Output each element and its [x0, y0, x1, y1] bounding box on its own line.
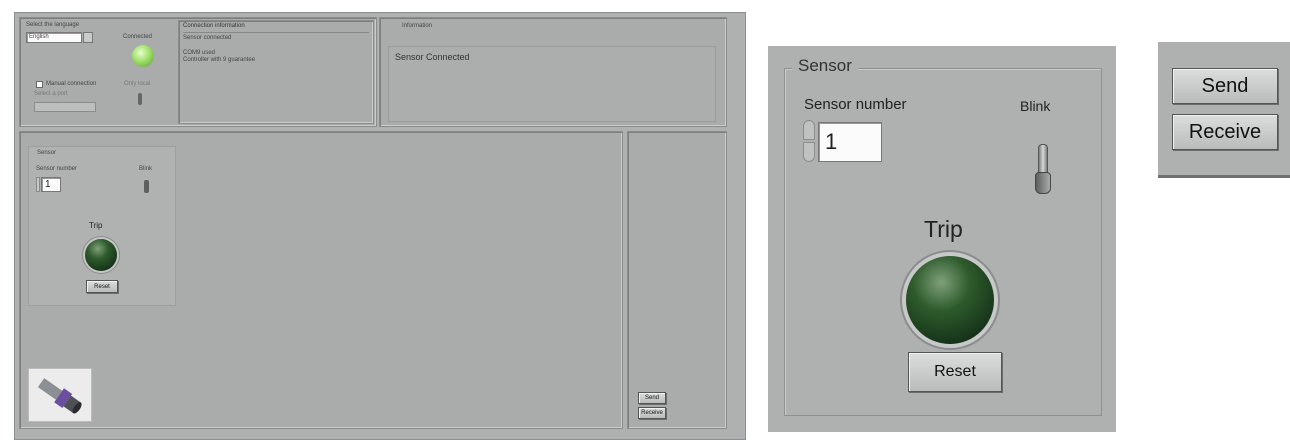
sensor-zoom-panel: Sensor Sensor number 1 Blink Trip Reset: [768, 46, 1116, 432]
sensor-number-label: Sensor number: [36, 166, 78, 172]
information-group: Information Sensor Connected: [379, 17, 727, 127]
reset-label: Reset: [94, 283, 110, 290]
receive-button-label: Receive: [1188, 120, 1262, 143]
receive-button[interactable]: Receive: [1172, 114, 1278, 150]
sensor-title: Sensor: [37, 150, 57, 156]
sensor-zoom-blink-toggle[interactable]: [1034, 144, 1051, 194]
receive-label: Receive: [641, 410, 663, 416]
reset-button-small[interactable]: Reset: [86, 280, 118, 293]
sensor-cluster-small: Sensor Sensor number 1 Blink Trip Reset: [28, 146, 176, 306]
information-text: Sensor Connected: [395, 52, 470, 62]
trip-label: Trip: [89, 221, 103, 230]
main-area: Sensor Sensor number 1 Blink Trip Reset: [19, 131, 623, 429]
send-button-small[interactable]: Send: [638, 392, 666, 404]
language-dropdown-arrow-icon[interactable]: [83, 32, 93, 43]
language-value: English: [29, 34, 49, 40]
connected-led: [132, 45, 154, 67]
sensor-zoom-title: Sensor: [792, 56, 858, 76]
information-textbox: Sensor Connected: [388, 46, 716, 122]
sensor-zoom-trip-led: [906, 256, 994, 344]
sensor-number-field[interactable]: 1: [41, 177, 61, 192]
select-language-label: Select the language: [26, 22, 80, 28]
sensor-zoom-stepper-icon[interactable]: [803, 120, 815, 162]
sensor-number-stepper-icon[interactable]: [36, 177, 40, 192]
send-button-label: Send: [1201, 74, 1249, 97]
port-select[interactable]: [34, 102, 96, 112]
connection-info-title: Connection information: [183, 23, 245, 29]
connection-info-line: Sensor connected: [183, 35, 232, 41]
connected-label: Connected: [123, 34, 153, 40]
language-select[interactable]: English: [26, 32, 82, 43]
sensor-zoom-number-value: 1: [825, 129, 838, 154]
connection-info-line: COM9 used: [183, 50, 216, 56]
send-label: Send: [644, 395, 659, 401]
port-label: Select a port: [34, 91, 68, 97]
front-panel-window: Select the language English Connected Ma…: [14, 12, 746, 440]
sensor-zoom-reset-button[interactable]: Reset: [908, 352, 1002, 392]
blink-label: Blink: [139, 166, 153, 172]
receive-button-small[interactable]: Receive: [638, 407, 666, 419]
connection-info-box: Connection information Sensor connected …: [178, 20, 374, 124]
manual-connection-checkbox[interactable]: [36, 81, 43, 88]
sensor-zoom-reset-label: Reset: [934, 363, 976, 380]
sensor-zoom-trip-label: Trip: [924, 216, 963, 242]
sensor-device-icon: [37, 378, 82, 414]
manual-connection-hint: Only local: [124, 81, 151, 87]
manual-switch-icon[interactable]: [138, 93, 142, 105]
connection-group: Select the language English Connected Ma…: [19, 17, 377, 127]
connection-info-line: Controller with 9 guarantee: [183, 57, 256, 63]
sensor-device-image: [28, 368, 92, 422]
manual-connection-label: Manual connection: [46, 81, 97, 87]
right-column: Send Receive: [627, 131, 727, 429]
sensor-zoom-blink-label: Blink: [1020, 98, 1051, 114]
buttons-zoom-panel: Send Receive: [1158, 42, 1290, 178]
sensor-zoom-number-field[interactable]: 1: [818, 122, 882, 162]
blink-toggle-switch[interactable]: [144, 180, 149, 193]
sensor-zoom-number-label: Sensor number: [804, 96, 907, 113]
connection-info-divider: [183, 32, 369, 33]
sensor-number-value: 1: [45, 179, 51, 190]
trip-led: [85, 239, 117, 271]
send-button[interactable]: Send: [1172, 68, 1278, 104]
information-title: Information: [402, 23, 433, 29]
